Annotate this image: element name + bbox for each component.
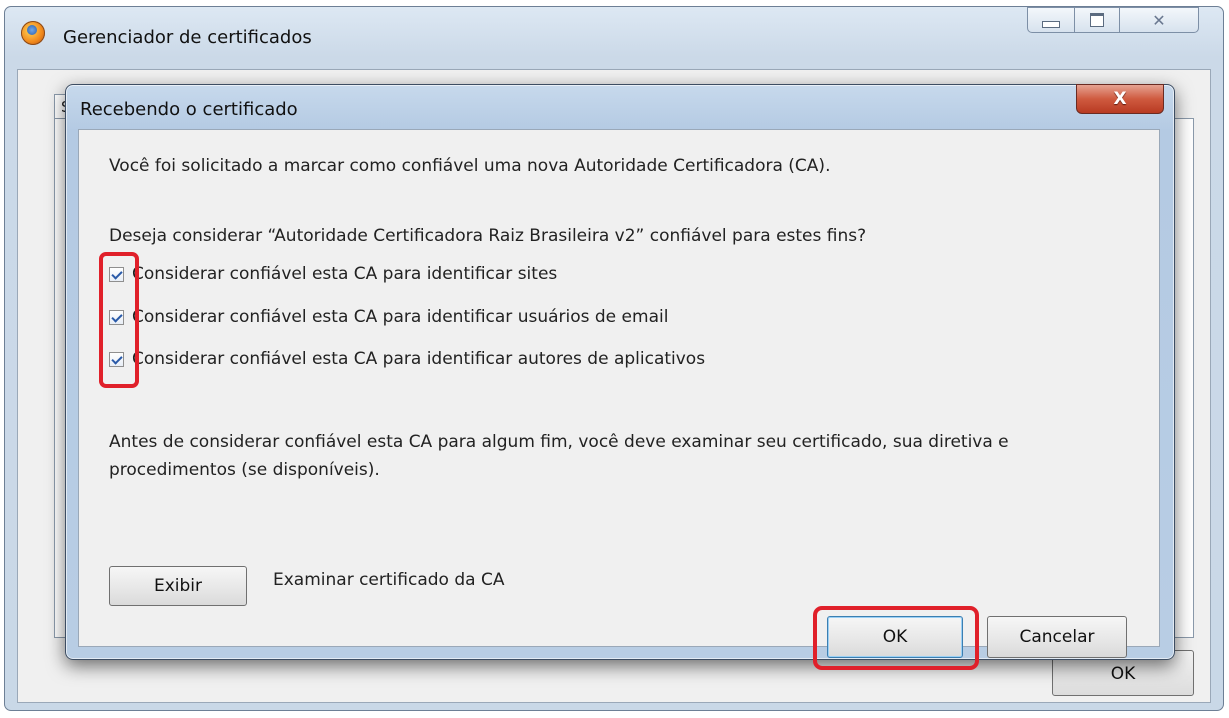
intro-text: Você foi solicitado a marcar como confiá… <box>109 156 831 176</box>
maximize-icon <box>1090 13 1104 27</box>
trust-software-label[interactable]: Considerar confiável esta CA para identi… <box>132 349 705 369</box>
parent-close-button[interactable]: ✕ <box>1119 7 1199 33</box>
ok-highlight <box>813 606 979 670</box>
dialog-body: Você foi solicitado a marcar como confiá… <box>78 129 1160 670</box>
parent-window-title: Gerenciador de certificados <box>63 27 312 48</box>
trust-email-label[interactable]: Considerar confiável esta CA para identi… <box>132 307 668 327</box>
maximize-button[interactable] <box>1074 7 1120 33</box>
view-description: Examinar certificado da CA <box>273 570 505 590</box>
minimize-icon <box>1042 20 1060 28</box>
warning-text: Antes de considerar confiável esta CA pa… <box>109 432 1009 480</box>
close-icon: X <box>1113 89 1127 109</box>
trust-sites-label[interactable]: Considerar confiável esta CA para identi… <box>132 264 557 284</box>
question-text: Deseja considerar “Autoridade Certificad… <box>109 226 867 246</box>
dialog-close-button[interactable]: X <box>1076 84 1164 114</box>
cancel-button[interactable]: Cancelar <box>987 616 1127 658</box>
minimize-button[interactable] <box>1027 7 1075 33</box>
dialog-title: Recebendo o certificado <box>80 99 298 120</box>
trust-software-option[interactable]: Considerar confiável esta CA para identi… <box>109 347 705 371</box>
trust-sites-option[interactable]: Considerar confiável esta CA para identi… <box>109 262 557 286</box>
trust-email-option[interactable]: Considerar confiável esta CA para identi… <box>109 305 668 329</box>
checkbox-highlight <box>99 252 139 388</box>
receiving-certificate-dialog: Recebendo o certificado X Você foi solic… <box>65 84 1175 670</box>
firefox-icon <box>21 21 45 45</box>
close-icon: ✕ <box>1152 10 1166 30</box>
view-button[interactable]: Exibir <box>109 566 247 606</box>
